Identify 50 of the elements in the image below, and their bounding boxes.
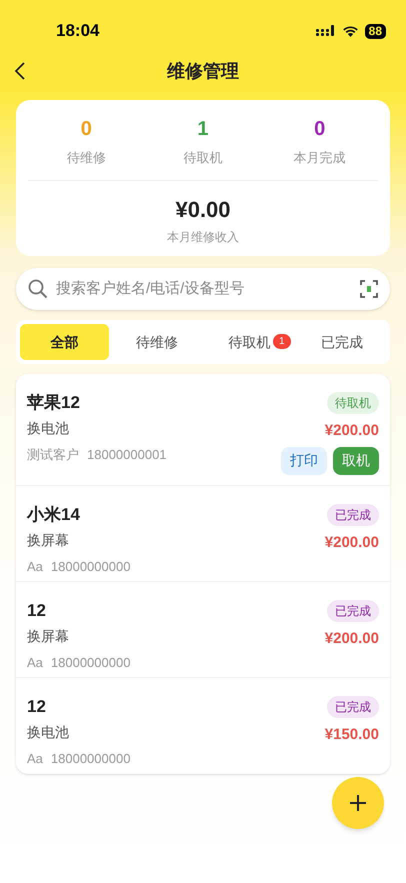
device-name: 小米14 xyxy=(27,504,81,526)
customer-phone: 18000000001 xyxy=(87,446,167,464)
order-price: ¥200.00 xyxy=(324,533,379,553)
order-price: ¥150.00 xyxy=(324,725,379,745)
device-name: 12 xyxy=(27,696,47,718)
scan-icon[interactable] xyxy=(360,280,378,298)
stat-value: 0 xyxy=(314,117,326,142)
stat-label: 本月完成 xyxy=(294,149,346,167)
wifi-icon xyxy=(342,25,359,37)
signal-icon xyxy=(316,25,336,37)
status-tag: 已完成 xyxy=(327,696,379,718)
search-field[interactable]: 搜索客户姓名/电话/设备型号 xyxy=(56,278,352,300)
search-icon xyxy=(28,279,48,299)
stat-label: 待取机 xyxy=(183,149,222,167)
service-type: 换屏幕 xyxy=(27,627,70,646)
filter-tab[interactable]: 待取机 1 xyxy=(205,324,294,360)
filter-tab[interactable]: 全部 xyxy=(20,324,108,360)
stat-value: 1 xyxy=(197,117,209,142)
stat-value: 0 xyxy=(80,117,92,142)
customer-name: 测试客户 xyxy=(27,446,79,464)
order-price: ¥200.00 xyxy=(324,421,379,441)
filter-tab[interactable]: 已完成 xyxy=(298,324,386,360)
customer-phone: 18000000000 xyxy=(50,558,130,576)
device-name: 苹果12 xyxy=(27,392,81,414)
customer-phone: 18000000000 xyxy=(50,750,130,768)
back-icon[interactable] xyxy=(14,62,26,80)
customer-name: Aa xyxy=(27,750,43,768)
customer-name: Aa xyxy=(27,558,43,576)
customer-phone: 18000000000 xyxy=(50,654,130,672)
plus-icon xyxy=(349,794,367,812)
income-label: 本月维修收入 xyxy=(167,228,239,246)
print-button[interactable]: 打印 xyxy=(281,446,327,474)
status-tag: 已完成 xyxy=(327,504,379,526)
add-button[interactable] xyxy=(332,777,384,829)
filter-tab[interactable]: 待维修 xyxy=(112,324,201,360)
income-value: ¥0.00 xyxy=(175,196,231,224)
search-bar[interactable]: 搜索客户姓名/电话/设备型号 xyxy=(16,268,390,310)
service-type: 换电池 xyxy=(27,419,70,438)
customer-name: Aa xyxy=(27,654,43,672)
service-type: 换电池 xyxy=(27,723,70,742)
count-badge: 1 xyxy=(273,334,291,349)
order-price: ¥200.00 xyxy=(324,629,379,649)
status-tag: 待取机 xyxy=(327,392,379,414)
status-tag: 已完成 xyxy=(327,600,379,622)
service-type: 换屏幕 xyxy=(27,531,70,550)
status-time: 18:04 xyxy=(56,20,100,42)
stat-label: 待维修 xyxy=(66,149,106,167)
battery-icon: 88 xyxy=(364,24,386,38)
device-name: 12 xyxy=(27,600,47,622)
page-title: 维修管理 xyxy=(167,60,239,82)
